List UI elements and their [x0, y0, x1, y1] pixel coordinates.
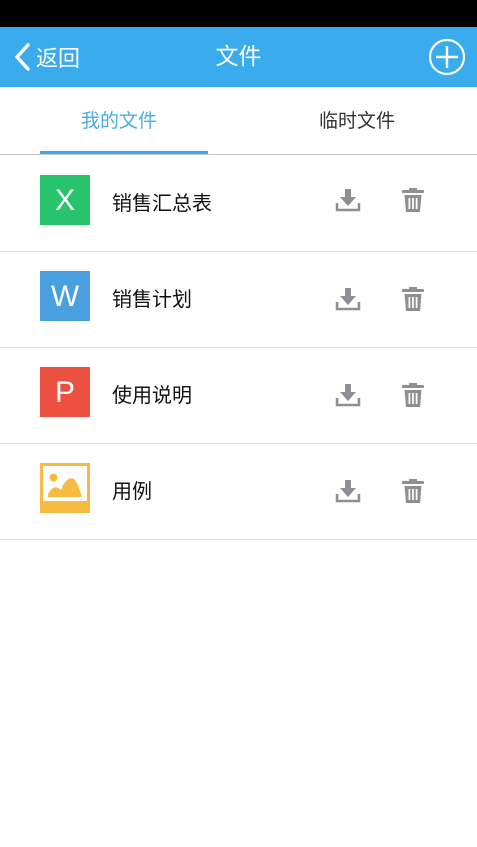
- tab-bar: 我的文件 临时文件: [0, 87, 477, 155]
- tab-temp-files-label: 临时文件: [318, 110, 395, 132]
- download-button[interactable]: [335, 478, 361, 504]
- download-icon: [335, 187, 361, 213]
- file-row[interactable]: P 使用说明: [0, 348, 477, 444]
- trash-icon: [401, 187, 425, 213]
- tab-my-files[interactable]: 我的文件: [0, 87, 238, 154]
- add-button[interactable]: [428, 38, 466, 76]
- file-row[interactable]: W 销售计划: [0, 252, 477, 348]
- download-icon: [335, 286, 361, 312]
- plus-circle-icon: [428, 38, 466, 76]
- delete-button[interactable]: [401, 478, 425, 504]
- trash-icon: [401, 286, 425, 312]
- image-file-icon: [40, 463, 90, 513]
- status-bar: [0, 0, 477, 27]
- file-name: 用例: [112, 479, 152, 503]
- download-icon: [335, 382, 361, 408]
- tab-my-files-label: 我的文件: [80, 110, 157, 132]
- file-name: 使用说明: [112, 383, 192, 407]
- powerpoint-file-icon: P: [40, 367, 90, 417]
- download-button[interactable]: [335, 286, 361, 312]
- trash-icon: [401, 382, 425, 408]
- nav-bar: 返回 文件: [0, 27, 477, 87]
- tab-temp-files[interactable]: 临时文件: [238, 87, 476, 154]
- trash-icon: [401, 478, 425, 504]
- file-name: 销售计划: [112, 287, 192, 311]
- file-row[interactable]: X 销售汇总表: [0, 155, 477, 252]
- back-label: 返回: [36, 47, 81, 72]
- delete-button[interactable]: [401, 286, 425, 312]
- download-button[interactable]: [335, 187, 361, 213]
- delete-button[interactable]: [401, 382, 425, 408]
- delete-button[interactable]: [401, 187, 425, 213]
- download-icon: [335, 478, 361, 504]
- download-button[interactable]: [335, 382, 361, 408]
- excel-file-icon: X: [40, 175, 90, 225]
- chevron-left-icon: [12, 42, 34, 72]
- file-row[interactable]: 用例: [0, 444, 477, 540]
- file-name: 销售汇总表: [112, 191, 212, 215]
- back-button[interactable]: 返回: [12, 27, 80, 87]
- word-file-icon: W: [40, 271, 90, 321]
- file-list: X 销售汇总表 W 销售计划 P 使用说明 用例: [0, 155, 477, 540]
